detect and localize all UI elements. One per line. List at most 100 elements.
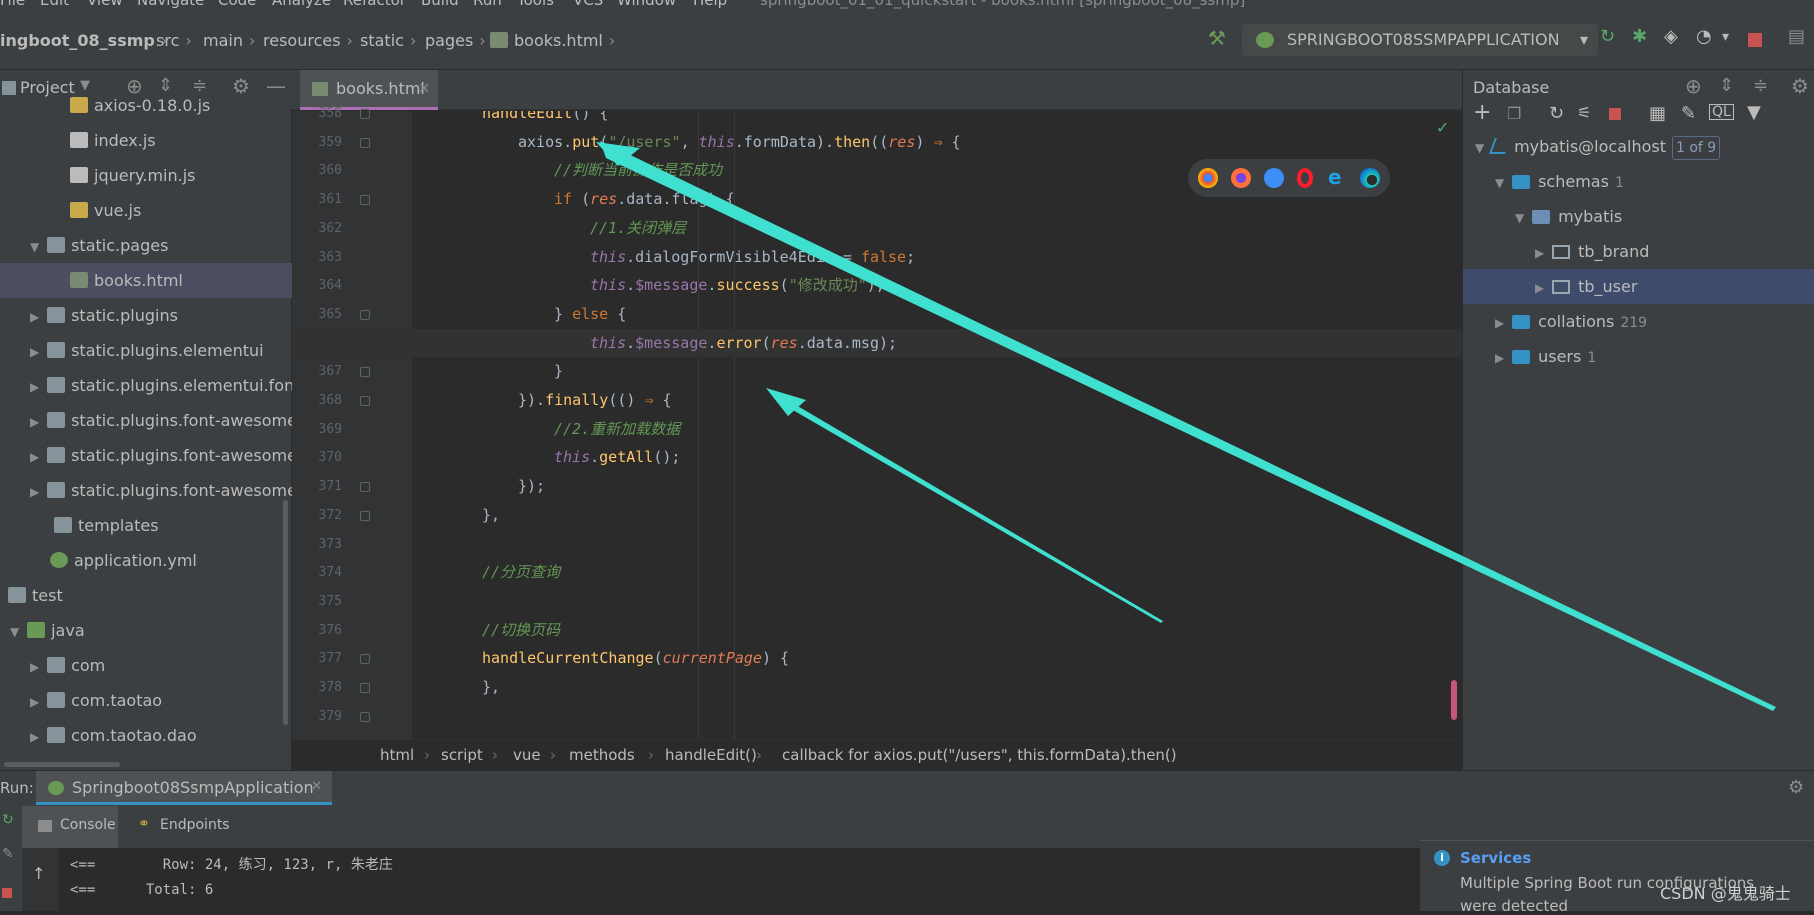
tree-item-index-js[interactable]: index.js [0,123,292,158]
stop-icon[interactable] [1748,33,1762,47]
db-connection[interactable]: ▼ mybatis@localhost 1 of 9 [1463,129,1814,164]
code-line[interactable]: //2.重新加载数据 [292,415,1462,443]
add-icon[interactable]: + [1473,100,1491,125]
tree-item-elementui-fonts[interactable]: ▶ static.plugins.elementui.fonts [0,368,309,405]
nav-crumb-project[interactable]: ingboot_08_ssmp › [0,31,173,50]
menu-view[interactable]: View [87,0,123,9]
db-table-tb-brand[interactable]: ▶ tb_brand [1463,234,1814,269]
tree-item-vue[interactable]: vue.js [0,193,292,228]
code-line[interactable] [292,587,1462,615]
code-line[interactable]: this.dialogFormVisible4Edit = false; [292,243,1462,271]
code-line[interactable]: handleEdit() { [292,111,1462,127]
chevron-right-icon[interactable]: ▶ [30,685,42,720]
build-hammer-icon[interactable]: ⚒ [1208,26,1228,50]
code-line[interactable]: handleCurrentChange(currentPage) { [292,644,1462,672]
code-line[interactable]: //切换页码 [292,616,1462,644]
tree-item-books-html[interactable]: books.html [0,263,292,298]
run-configuration-select[interactable]: SPRINGBOOT08SSMPAPPLICATION ▾ [1242,24,1598,56]
db-schemas[interactable]: ▼ schemas 1 [1463,164,1814,199]
search-everywhere-icon[interactable]: ▤ [1788,26,1808,47]
breadcrumb-methods[interactable]: methods [569,746,635,764]
chevron-down-icon[interactable]: ▼ [1475,131,1487,166]
code-line[interactable]: }, [292,501,1462,529]
db-users[interactable]: ▶ users 1 [1463,339,1814,374]
tree-item-com-taotao[interactable]: ▶ com.taotao [0,683,292,718]
chrome-icon[interactable] [1198,168,1218,188]
code-line[interactable] [292,530,1462,558]
tree-item-com-taotao-dao[interactable]: ▶ com.taotao.dao [0,718,292,753]
chevron-right-icon[interactable]: ▶ [30,300,42,335]
code-line[interactable]: }).finally(() ⇒ { [292,386,1462,414]
filter-icon[interactable]: ▼ [1747,102,1761,123]
menu-help[interactable]: Help [693,0,727,9]
chevron-right-icon[interactable]: ▶ [30,405,42,440]
opera-icon[interactable] [1297,168,1313,188]
db-schema-mybatis[interactable]: ▼ mybatis [1463,199,1814,234]
firefox-icon[interactable] [1231,168,1251,188]
db-connection-badge[interactable]: 1 of 9 [1671,136,1721,160]
tab-console[interactable]: Console [22,806,118,848]
inspection-ok-icon[interactable]: ✓ [1436,118,1449,137]
menu-build[interactable]: Build [421,0,459,9]
tree-item-jquery[interactable]: jquery.min.js [0,158,292,193]
rerun-icon[interactable]: ↻ [2,812,14,828]
ie-icon[interactable]: e [1328,165,1348,189]
nav-crumb-src[interactable]: src › [156,31,198,50]
locate-icon[interactable]: ⊕ [1685,74,1702,98]
close-icon[interactable]: ✕ [311,779,322,794]
chevron-right-icon[interactable]: ▶ [30,370,42,405]
chevron-right-icon[interactable]: ▶ [30,440,42,475]
code-line[interactable]: }); [292,472,1462,500]
refresh-icon[interactable]: ↻ [1549,103,1564,124]
chevron-right-icon[interactable]: ▶ [1495,341,1507,376]
nav-crumb-resources[interactable]: resources › [263,31,359,50]
tree-item-application-yml[interactable]: application.yml [0,543,292,578]
code-line[interactable]: this.$message.error(res.data.msg); [292,328,1462,357]
rerun-icon[interactable]: ↻ [1600,26,1620,47]
breadcrumb-handle-edit[interactable]: handleEdit() [665,746,757,764]
notification-title[interactable]: Services [1460,849,1531,867]
chevron-right-icon[interactable]: ▶ [1495,306,1507,341]
nav-crumb-pages[interactable]: pages › [425,31,492,50]
nav-crumb-static[interactable]: static › [360,31,422,50]
run-tab-app[interactable]: Springboot08SsmpApplication ✕ [36,771,332,805]
gear-icon[interactable]: ⚙ [1791,74,1809,98]
project-horizontal-scrollbar[interactable] [4,762,120,767]
menu-tools[interactable]: Tools [517,0,554,9]
db-collations[interactable]: ▶ collations 219 [1463,304,1814,339]
nav-crumb-file[interactable]: books.html › [490,31,621,50]
edit-icon[interactable]: ✎ [1681,103,1696,124]
tab-endpoints[interactable]: ⚭ Endpoints [136,806,246,848]
code-line[interactable]: } [292,357,1462,385]
code-line[interactable]: axios.put("/users", this.formData).then(… [292,128,1462,156]
chevron-down-icon[interactable]: ▼ [1495,166,1507,201]
breadcrumb-html[interactable]: html [380,746,414,764]
menu-vcs[interactable]: VCS [573,0,603,9]
menu-run[interactable]: Run [473,0,502,9]
tab-books-html[interactable]: books.html ✕ [300,70,438,110]
profile-dropdown-icon[interactable]: ▾ [1722,29,1742,49]
expand-all-icon[interactable]: ⇕ [1719,75,1734,96]
edge-icon[interactable] [1360,168,1380,188]
nav-crumb-main[interactable]: main › [203,31,261,50]
tree-item-com[interactable]: ▶ com [0,648,292,683]
tree-item-templates[interactable]: templates [0,508,292,543]
chevron-right-icon[interactable]: ▶ [30,335,42,370]
tree-item-static-pages[interactable]: ▼ static.pages [0,228,292,263]
code-line[interactable]: this.$message.success("修改成功"); [292,271,1462,299]
profile-icon[interactable]: ◔ [1696,26,1716,47]
project-scrollbar[interactable] [283,500,288,725]
menu-file[interactable]: File [0,0,25,9]
chevron-right-icon[interactable]: ▶ [1535,236,1547,271]
wrench-icon[interactable]: ✎ [2,846,14,862]
tree-item-font-awesome-fc[interactable]: ▶ static.plugins.font-awesome.fc [0,473,316,508]
tree-item-font-awesome-c[interactable]: ▶ static.plugins.font-awesome.c [0,438,311,475]
copy-icon[interactable]: ❐ [1507,104,1521,123]
tree-item-axios[interactable]: axios-0.18.0.js [0,88,292,123]
schema-tools-icon[interactable]: ⚟ [1577,103,1591,122]
db-table-tb-user[interactable]: ▶ tb_user [1463,269,1814,304]
code-line[interactable]: //分页查询 [292,558,1462,586]
breadcrumb-script[interactable]: script [441,746,483,764]
gear-icon[interactable]: ⚙ [1788,777,1804,798]
scroll-up-icon[interactable]: ↑ [32,864,45,883]
